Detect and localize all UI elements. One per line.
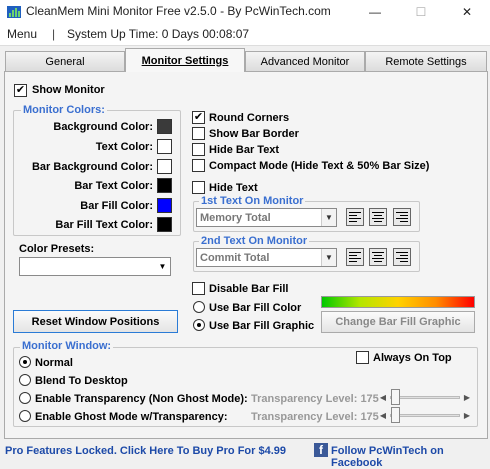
bar-text-color-label: Bar Text Color:	[74, 180, 153, 192]
hide-text-checkbox[interactable]	[192, 181, 205, 194]
hide-bar-text-label: Hide Bar Text	[209, 144, 280, 156]
enable-transparency-label: Enable Transparency (Non Ghost Mode):	[35, 393, 248, 405]
app-icon	[7, 6, 21, 18]
show-bar-border-checkbox[interactable]	[192, 127, 205, 140]
reset-window-positions-button[interactable]: Reset Window Positions	[13, 310, 178, 333]
use-bar-fill-color-radio[interactable]	[193, 301, 205, 313]
bar-fill-text-color-swatch[interactable]	[157, 217, 172, 232]
bar-fill-color-swatch[interactable]	[157, 198, 172, 213]
enable-ghost-mode-label: Enable Ghost Mode w/Transparency:	[35, 411, 228, 423]
bar-fill-text-color-label: Bar Fill Text Color:	[55, 219, 153, 231]
compact-mode-label: Compact Mode (Hide Text & 50% Bar Size)	[209, 160, 430, 172]
blend-to-desktop-radio[interactable]	[19, 374, 31, 386]
tab-general[interactable]: General	[5, 51, 125, 71]
show-monitor-checkbox[interactable]: ✔	[14, 84, 27, 97]
always-on-top-checkbox[interactable]	[356, 351, 369, 364]
enable-ghost-mode-radio[interactable]	[19, 410, 31, 422]
color-presets-label: Color Presets:	[19, 243, 95, 255]
text-color-swatch[interactable]	[157, 139, 172, 154]
first-text-dropdown[interactable]: Memory Total ▼	[196, 208, 337, 227]
menu-bar: Menu | System Up Time: 0 Days 00:08:07	[0, 24, 490, 46]
chevron-right-icon: ▶	[463, 392, 471, 402]
round-corners-checkbox[interactable]: ✔	[192, 111, 205, 124]
facebook-icon[interactable]: f	[314, 443, 328, 457]
slider-thumb[interactable]	[391, 389, 400, 405]
tab-advanced-monitor[interactable]: Advanced Monitor	[245, 51, 365, 71]
first-text-title: 1st Text On Monitor	[199, 195, 306, 207]
disable-bar-fill-checkbox[interactable]	[192, 282, 205, 295]
align-center-icon[interactable]	[369, 208, 387, 226]
ghost-transparency-slider[interactable]: ◀ ▶	[377, 407, 474, 423]
show-bar-border-label: Show Bar Border	[209, 128, 299, 140]
first-text-value: Memory Total	[200, 211, 271, 224]
use-bar-fill-color-label: Use Bar Fill Color	[209, 302, 302, 314]
bar-fill-color-label: Bar Fill Color:	[80, 200, 153, 212]
use-bar-fill-graphic-radio[interactable]	[193, 319, 205, 331]
second-text-title: 2nd Text On Monitor	[199, 235, 310, 247]
ghost-transparency-level-label: Transparency Level: 175	[251, 411, 379, 423]
compact-mode-checkbox[interactable]	[192, 159, 205, 172]
color-presets-dropdown[interactable]: ▼	[19, 257, 171, 276]
round-corners-label: Round Corners	[209, 112, 290, 124]
chevron-left-icon: ◀	[379, 410, 387, 420]
system-uptime: System Up Time: 0 Days 00:08:07	[67, 27, 250, 41]
normal-radio[interactable]	[19, 356, 31, 368]
title-bar: CleanMem Mini Monitor Free v2.5.0 - By P…	[0, 0, 490, 24]
bar-background-color-label: Bar Background Color:	[31, 161, 153, 173]
slider-track	[390, 396, 460, 399]
align-right-icon[interactable]	[393, 208, 411, 226]
bar-text-color-swatch[interactable]	[157, 178, 172, 193]
second-text-dropdown[interactable]: Commit Total ▼	[196, 248, 337, 267]
change-bar-fill-graphic-button[interactable]: Change Bar Fill Graphic	[321, 311, 475, 333]
menu-separator: |	[52, 27, 56, 41]
maximize-button[interactable]: ☐	[398, 0, 444, 24]
background-color-label: Background Color:	[53, 121, 153, 133]
tab-monitor-settings[interactable]: Monitor Settings	[125, 48, 245, 72]
bar-background-color-swatch[interactable]	[157, 159, 172, 174]
buy-pro-link[interactable]: Pro Features Locked. Click Here To Buy P…	[5, 445, 286, 457]
hide-text-label: Hide Text	[209, 182, 258, 194]
chevron-left-icon: ◀	[379, 392, 387, 402]
facebook-link[interactable]: Follow PcWinTech on Facebook	[331, 445, 490, 469]
blend-to-desktop-label: Blend To Desktop	[35, 375, 128, 387]
normal-label: Normal	[35, 357, 73, 369]
show-monitor-label: Show Monitor	[32, 84, 105, 96]
chevron-right-icon: ▶	[463, 410, 471, 420]
minimize-button[interactable]: —	[352, 0, 398, 24]
tab-remote-settings[interactable]: Remote Settings	[365, 51, 487, 71]
slider-track	[390, 414, 460, 417]
always-on-top-label: Always On Top	[373, 352, 452, 364]
close-button[interactable]: ✕	[444, 0, 490, 24]
align-center-icon[interactable]	[369, 248, 387, 266]
monitor-colors-title: Monitor Colors:	[21, 104, 107, 116]
enable-transparency-radio[interactable]	[19, 392, 31, 404]
align-left-icon[interactable]	[346, 208, 364, 226]
background-color-swatch[interactable]	[157, 119, 172, 134]
disable-bar-fill-label: Disable Bar Fill	[209, 283, 289, 295]
monitor-window-title: Monitor Window:	[20, 340, 114, 352]
hide-bar-text-checkbox[interactable]	[192, 143, 205, 156]
second-text-value: Commit Total	[200, 251, 270, 264]
menu-button[interactable]: Menu	[7, 27, 37, 41]
bar-fill-gradient-preview	[321, 296, 475, 308]
chevron-down-icon: ▼	[321, 249, 336, 266]
transparency-level-label: Transparency Level: 175	[251, 393, 379, 405]
chevron-down-icon: ▼	[321, 209, 336, 226]
align-left-icon[interactable]	[346, 248, 364, 266]
align-right-icon[interactable]	[393, 248, 411, 266]
transparency-slider[interactable]: ◀ ▶	[377, 389, 474, 405]
use-bar-fill-graphic-label: Use Bar Fill Graphic	[209, 320, 315, 332]
chevron-down-icon: ▼	[155, 258, 170, 275]
text-color-label: Text Color:	[95, 141, 153, 153]
slider-thumb[interactable]	[391, 407, 400, 423]
window-title: CleanMem Mini Monitor Free v2.5.0 - By P…	[26, 4, 331, 18]
